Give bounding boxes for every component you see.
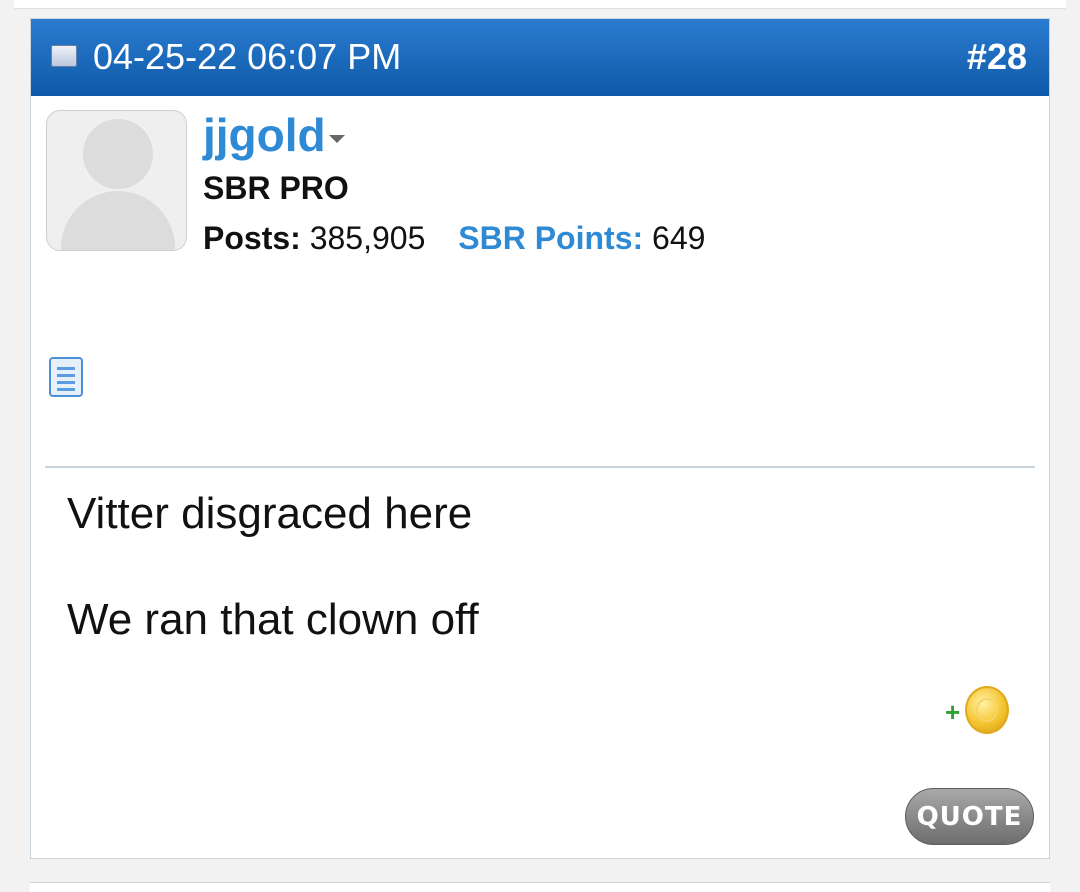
plus-icon[interactable]: + (945, 699, 960, 725)
page-top-edge (14, 0, 1066, 9)
username-link[interactable]: jjgold (203, 109, 326, 161)
avatar-head (83, 119, 153, 189)
avatar-body (61, 191, 175, 250)
avatar[interactable] (46, 110, 187, 251)
document-icon (49, 357, 83, 397)
post-status-icon (51, 45, 77, 67)
posts-label: Posts: (203, 220, 301, 256)
chevron-down-icon[interactable] (329, 135, 345, 143)
post-message-line: Vitter disgraced here (67, 489, 473, 538)
doc-line (57, 367, 75, 370)
post-date: 04-25-22 06:07 PM (93, 36, 402, 77)
sbr-points-value: 649 (652, 220, 706, 256)
quote-button[interactable]: QUOTE (905, 788, 1034, 845)
posts-value: 385,905 (309, 220, 426, 256)
doc-line (57, 388, 75, 391)
user-stats: Posts: 385,905 SBR Points: 649 (203, 219, 705, 257)
post-message: Vitter disgraced here We ran that clown … (67, 487, 1007, 699)
sbr-points-label[interactable]: SBR Points: (458, 220, 643, 256)
doc-line (57, 381, 75, 384)
post-message-line: We ran that clown off (67, 595, 479, 644)
user-title: SBR PRO (203, 170, 349, 206)
post-number-link[interactable]: #28 (967, 35, 1027, 79)
coin-inner-ring (976, 698, 998, 722)
coin-icon[interactable] (965, 686, 1009, 734)
post-divider (45, 466, 1035, 468)
forum-post: 04-25-22 06:07 PM #28 jjgold SBR PRO Pos… (30, 18, 1050, 859)
doc-line (57, 374, 75, 377)
post-header: 04-25-22 06:07 PM #28 (31, 19, 1049, 96)
